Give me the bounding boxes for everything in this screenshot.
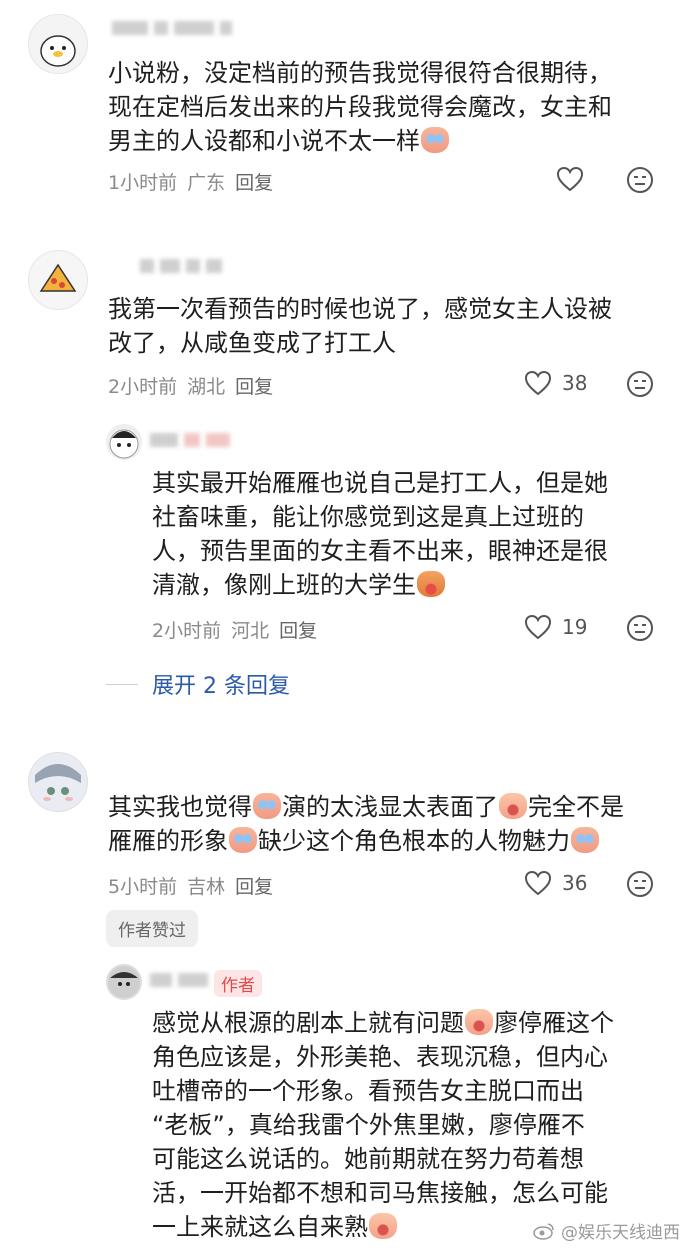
reply-line-text: 感觉从根源的剧本上就有问题	[152, 1009, 464, 1037]
comment-line-text: 雁雁的形象	[108, 827, 228, 855]
avatar[interactable]	[28, 14, 88, 74]
username-blurred[interactable]	[150, 432, 230, 448]
comment-line-text: 完全不是	[528, 793, 624, 821]
reply-time: 2小时前	[152, 620, 222, 642]
reply-line: 角色应该是，外形美艳、表现沉稳，但内心	[152, 1043, 608, 1071]
comment-time: 1小时前	[108, 172, 178, 194]
comment-line: 小说粉，没定档前的预告我觉得很符合很期待，	[108, 59, 612, 87]
reply-location: 河北	[231, 620, 270, 642]
heart-icon[interactable]	[524, 870, 552, 896]
comment-text: 小说粉，没定档前的预告我觉得很符合很期待， 现在定档后发出来的片段我觉得会魔改，…	[108, 56, 612, 158]
sob-emoji-icon	[499, 793, 527, 819]
emoji-face-icon[interactable]	[626, 370, 654, 398]
username-blurred[interactable]	[150, 972, 208, 988]
reply-line: 人，预告里面的女主看不出来，眼神还是很	[152, 537, 608, 565]
watermark-text: @娱乐天线迪西	[561, 1223, 680, 1243]
expand-replies-link[interactable]: 展开 2 条回复	[106, 668, 290, 700]
reply-text: 感觉从根源的剧本上就有问题 廖停雁这个 角色应该是，外形美艳、表现沉稳，但内心 吐…	[152, 1006, 614, 1244]
comment-line: 改了，从咸鱼变成了打工人	[108, 329, 396, 357]
emoji-react-button[interactable]	[626, 370, 654, 398]
expand-replies-label[interactable]: 展开 2 条回复	[152, 668, 290, 700]
crying-emoji-icon	[229, 827, 257, 853]
comment-line: 雁雁的形象 缺少这个角色根本的人物魅力	[108, 824, 624, 858]
sob-emoji-icon	[465, 1009, 493, 1035]
comment-location: 广东	[187, 172, 226, 194]
comment-text: 其实我也觉得 演的太浅显太表面了 完全不是 雁雁的形象 缺少这个角色根本的人物魅力	[108, 790, 624, 858]
like-count: 36	[562, 871, 588, 895]
heart-icon[interactable]	[556, 166, 584, 192]
heart-icon[interactable]	[524, 614, 552, 640]
reply-line: “老板”，真给我雷个外焦里嫩，廖停雁不	[152, 1111, 585, 1139]
comment-meta: 5小时前 吉林 回复	[108, 872, 273, 899]
reply-line-text: 廖停雁这个	[494, 1009, 614, 1037]
like-button[interactable]: 38	[524, 370, 587, 396]
comment-meta: 2小时前 湖北 回复	[108, 372, 273, 399]
crying-emoji-icon	[571, 827, 599, 853]
comment-line: 我第一次看预告的时候也说了，感觉女主人设被	[108, 295, 612, 323]
reply-line: 清澈，像刚上班的大学生	[152, 568, 608, 602]
emoji-react-button[interactable]	[626, 870, 654, 898]
reply-line: 感觉从根源的剧本上就有问题 廖停雁这个	[152, 1006, 614, 1040]
comment-time: 5小时前	[108, 876, 178, 898]
reply-line: 活，一开始都不想和司马焦接触，怎么可能	[152, 1179, 608, 1207]
comment-line-text: 演的太浅显太表面了	[282, 793, 498, 821]
crying-emoji-icon	[421, 127, 449, 153]
comment-line: 现在定档后发出来的片段我觉得会魔改，女主和	[108, 93, 612, 121]
comment-location: 吉林	[187, 876, 226, 898]
heart-icon[interactable]	[524, 370, 552, 396]
expand-divider	[106, 683, 138, 685]
like-count: 19	[562, 615, 588, 639]
emoji-face-icon[interactable]	[626, 870, 654, 898]
sob-emoji-icon	[369, 1213, 397, 1239]
reply-meta: 2小时前 河北 回复	[152, 616, 317, 643]
username-blurred[interactable]	[140, 258, 222, 274]
crying-emoji-icon	[253, 793, 281, 819]
reply-line-text: 一上来就这么自来熟	[152, 1213, 368, 1241]
like-button[interactable]: 19	[524, 614, 587, 640]
reply-line: 吐槽帝的一个形象。看预告女主脱口而出	[152, 1077, 584, 1105]
reply-button[interactable]: 回复	[235, 168, 273, 195]
emoji-face-icon[interactable]	[626, 614, 654, 642]
avatar[interactable]	[28, 752, 88, 812]
emoji-react-button[interactable]	[626, 166, 654, 194]
comment-line-text: 其实我也觉得	[108, 793, 252, 821]
fox-emoji-icon	[417, 571, 445, 597]
like-count: 38	[562, 371, 588, 395]
comment-line-text: 男主的人设都和小说不太一样	[108, 127, 420, 155]
reply-button[interactable]: 回复	[235, 372, 273, 399]
emoji-face-icon[interactable]	[626, 166, 654, 194]
avatar[interactable]	[28, 250, 88, 310]
weibo-logo-icon	[533, 1222, 555, 1240]
reply-line: 其实最开始雁雁也说自己是打工人，但是她	[152, 469, 608, 497]
comment-time: 2小时前	[108, 376, 178, 398]
author-liked-badge: 作者赞过	[106, 910, 198, 947]
reply-button[interactable]: 回复	[235, 872, 273, 899]
like-button[interactable]	[556, 166, 594, 192]
username-blurred[interactable]	[112, 20, 232, 36]
avatar[interactable]	[106, 424, 142, 460]
comment-meta: 1小时前 广东 回复	[108, 168, 273, 195]
emoji-react-button[interactable]	[626, 614, 654, 642]
reply-line-text: 清澈，像刚上班的大学生	[152, 571, 416, 599]
watermark: @娱乐天线迪西	[533, 1218, 680, 1243]
comment-text: 我第一次看预告的时候也说了，感觉女主人设被 改了，从咸鱼变成了打工人	[108, 292, 612, 360]
reply-line: 社畜味重，能让你感觉到这是真上过班的	[152, 503, 584, 531]
reply-button[interactable]: 回复	[279, 616, 317, 643]
author-tag: 作者	[214, 970, 262, 997]
comment-line-text: 缺少这个角色根本的人物魅力	[258, 827, 570, 855]
reply-text: 其实最开始雁雁也说自己是打工人，但是她 社畜味重，能让你感觉到这是真上过班的 人…	[152, 466, 608, 602]
avatar[interactable]	[106, 964, 142, 1000]
comment-location: 湖北	[187, 376, 226, 398]
comment-line: 男主的人设都和小说不太一样	[108, 124, 612, 158]
like-button[interactable]: 36	[524, 870, 587, 896]
comment-line: 其实我也觉得 演的太浅显太表面了 完全不是	[108, 790, 624, 824]
reply-line: 可能这么说话的。她前期就在努力苟着想	[152, 1145, 584, 1173]
